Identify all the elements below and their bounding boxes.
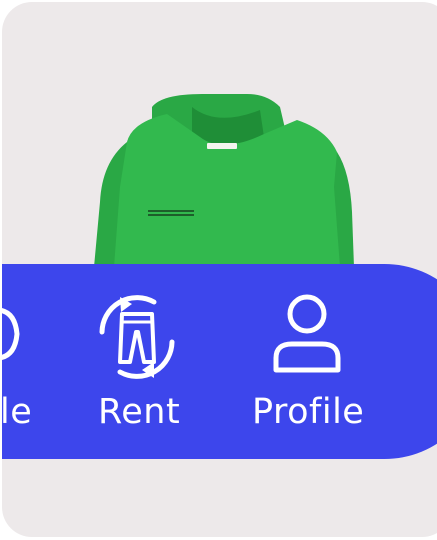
- pants-rotate-icon: [99, 295, 175, 379]
- nav-label-truncated: le: [2, 392, 33, 432]
- person-icon: [273, 294, 341, 373]
- truncated-icon: [2, 308, 20, 360]
- nav-item-truncated[interactable]: le: [2, 264, 42, 459]
- product-card[interactable]: le Rent Profile: [2, 2, 437, 537]
- nav-item-rent[interactable]: Rent: [92, 264, 192, 459]
- nav-label-profile: Profile: [252, 392, 365, 432]
- bottom-nav-bar: le Rent Profile: [2, 264, 437, 459]
- nav-label-rent: Rent: [98, 392, 181, 432]
- nav-item-profile[interactable]: Profile: [247, 264, 367, 459]
